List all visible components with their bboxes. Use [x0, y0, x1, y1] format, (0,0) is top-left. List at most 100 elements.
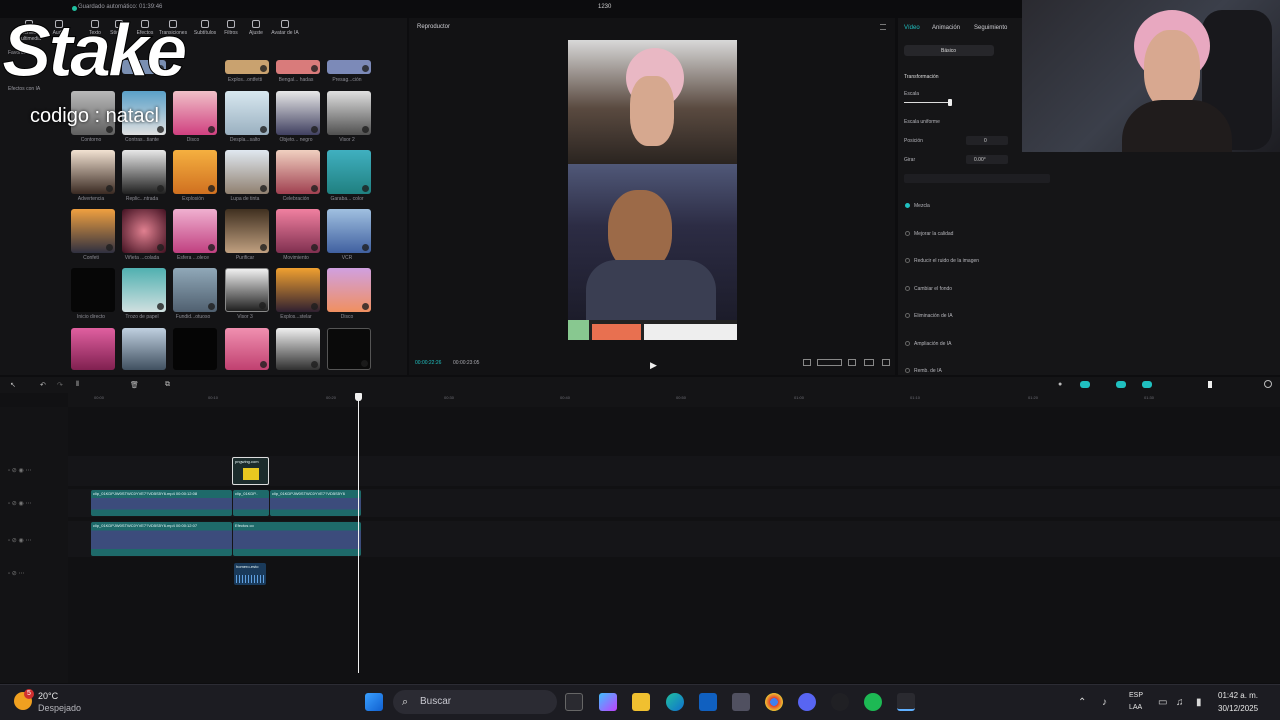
track-lock-icon[interactable]: ▫ ⊘ ◉ ⋯ [8, 537, 31, 544]
playhead[interactable] [358, 393, 359, 673]
link-toggle[interactable] [1080, 381, 1090, 388]
play-button[interactable]: ▶ [650, 360, 657, 371]
tab-video[interactable]: Vídeo [904, 25, 920, 31]
task-view-icon[interactable] [565, 693, 583, 711]
effect-thumb[interactable] [225, 328, 269, 370]
effect-thumb[interactable] [173, 150, 217, 194]
effect-thumb[interactable] [122, 209, 166, 253]
effect-thumb[interactable] [327, 150, 371, 194]
effect-thumb[interactable] [122, 268, 166, 312]
effect-thumb[interactable] [327, 60, 371, 74]
crop-icon[interactable] [803, 359, 811, 366]
effect-thumb[interactable] [173, 209, 217, 253]
split-icon[interactable]: ⫴ [76, 381, 79, 389]
obs-icon[interactable] [831, 693, 849, 711]
track-lock-icon[interactable]: ▫ ⊘ ⋯ [8, 570, 25, 577]
delete-icon[interactable]: 🗑 [130, 381, 139, 389]
effect-thumb[interactable] [225, 91, 269, 135]
feature-background[interactable]: Cambiar el fondo [914, 286, 952, 292]
ai-remb-toggle[interactable] [905, 368, 910, 373]
track-lock-icon[interactable]: ▫ ⊘ ◉ ⋯ [8, 467, 31, 474]
battery-icon[interactable]: ▮ [1196, 697, 1202, 708]
feature-blend[interactable]: Mezcla [914, 203, 930, 209]
snap-toggle[interactable] [1116, 381, 1126, 388]
capcut-icon[interactable] [897, 693, 915, 711]
scale-slider-track[interactable] [904, 102, 950, 103]
crop-tool-icon[interactable]: ⧉ [165, 381, 170, 389]
enhance-toggle[interactable] [905, 231, 910, 236]
keyboard-layout[interactable]: LAA [1129, 704, 1142, 711]
effect-thumb[interactable] [71, 209, 115, 253]
effect-thumb[interactable] [71, 150, 115, 194]
align-toolbar[interactable] [904, 174, 1050, 183]
volume-icon[interactable]: ♫ [1176, 697, 1184, 708]
video-clip[interactable]: clip_01KDPJW0STWC0YVE7?VD5S5Y6 [270, 490, 361, 516]
effect-thumb[interactable] [225, 268, 269, 312]
search-input[interactable] [393, 690, 557, 714]
app-icon[interactable] [732, 693, 750, 711]
weather-description[interactable]: Despejado [38, 703, 81, 713]
effect-thumb[interactable] [327, 91, 371, 135]
feature-ai-upscale[interactable]: Ampliación de IA [914, 341, 952, 347]
zoom-slider-handle[interactable] [1208, 381, 1212, 388]
denoise-toggle[interactable] [905, 258, 910, 263]
tab-animation[interactable]: Animación [932, 25, 960, 31]
tab-tracking[interactable]: Seguimiento [974, 25, 1007, 31]
effect-thumb[interactable] [71, 268, 115, 312]
video-clip[interactable]: clip_01KDP.. [233, 490, 269, 516]
effect-thumb[interactable] [276, 209, 320, 253]
ai-upscale-toggle[interactable] [905, 341, 910, 346]
tab-ai-avatar[interactable]: Avatar de IA [270, 20, 300, 36]
clock-date[interactable]: 30/12/2025 [1218, 704, 1258, 713]
main-video-clip[interactable]: clip_01KDPJW0STWC0YVE7?VD5S5Y6.mp4 00:00… [91, 522, 232, 556]
windows-start-icon[interactable] [365, 693, 383, 711]
file-explorer-icon[interactable] [632, 693, 650, 711]
background-toggle[interactable] [905, 286, 910, 291]
undo-icon[interactable]: ↶ [40, 381, 46, 389]
subtab-basic[interactable]: Básico [904, 45, 994, 56]
feature-ai-remb[interactable]: Remb. de IA [914, 368, 942, 374]
feature-enhance[interactable]: Mejorar la calidad [914, 231, 953, 237]
aspect-ratio-button[interactable] [817, 359, 842, 366]
main-video-clip[interactable]: Efectos co [233, 522, 361, 556]
effect-thumb[interactable] [327, 209, 371, 253]
timeline-ruler[interactable] [68, 393, 1280, 407]
rotate-input[interactable]: 0.00° [966, 155, 1008, 164]
effect-thumb[interactable] [327, 328, 371, 370]
track-lock-icon[interactable]: ▫ ⊘ ◉ ⋯ [8, 500, 31, 507]
feature-denoise[interactable]: Reducir el ruido de la imagen [914, 258, 979, 264]
audio-clip[interactable]: homero-esto [234, 563, 266, 585]
keyboard-language[interactable]: ESP [1129, 692, 1143, 699]
scale-slider-handle[interactable] [948, 99, 952, 106]
effect-thumb[interactable] [71, 328, 115, 370]
position-x-input[interactable]: 0 [966, 136, 1008, 145]
select-tool-icon[interactable]: ↖ [10, 381, 16, 389]
weather-temperature[interactable]: 20°C [38, 691, 58, 701]
chrome-icon[interactable] [765, 693, 783, 711]
fullscreen-icon[interactable] [882, 359, 890, 366]
microphone-tray-icon[interactable]: ♪ [1102, 697, 1107, 708]
quality-icon[interactable] [864, 359, 874, 366]
microphone-icon[interactable]: ● [1058, 381, 1062, 388]
zoom-icon[interactable] [848, 359, 856, 366]
section-transform[interactable]: Transformación [904, 74, 939, 80]
tab-adjust[interactable]: Ajuste [241, 20, 271, 36]
menu-icon[interactable] [880, 24, 886, 30]
effect-thumb[interactable] [122, 328, 166, 370]
edge-icon[interactable] [666, 693, 684, 711]
network-icon[interactable]: ▭ [1158, 697, 1167, 708]
effect-thumb[interactable] [276, 60, 320, 74]
effect-thumb[interactable] [173, 91, 217, 135]
effect-thumb[interactable] [225, 60, 269, 74]
playhead-handle[interactable] [355, 393, 362, 401]
project-name[interactable]: 1230 [598, 4, 611, 10]
copilot-icon[interactable] [599, 693, 617, 711]
redo-icon[interactable]: ↷ [57, 381, 63, 389]
chevron-up-icon[interactable]: ⌃ [1078, 697, 1086, 708]
effect-thumb[interactable] [225, 150, 269, 194]
effect-thumb[interactable] [276, 150, 320, 194]
discord-icon[interactable] [798, 693, 816, 711]
blend-toggle[interactable] [905, 203, 910, 208]
store-icon[interactable] [699, 693, 717, 711]
zoom-fit-icon[interactable] [1264, 380, 1272, 388]
